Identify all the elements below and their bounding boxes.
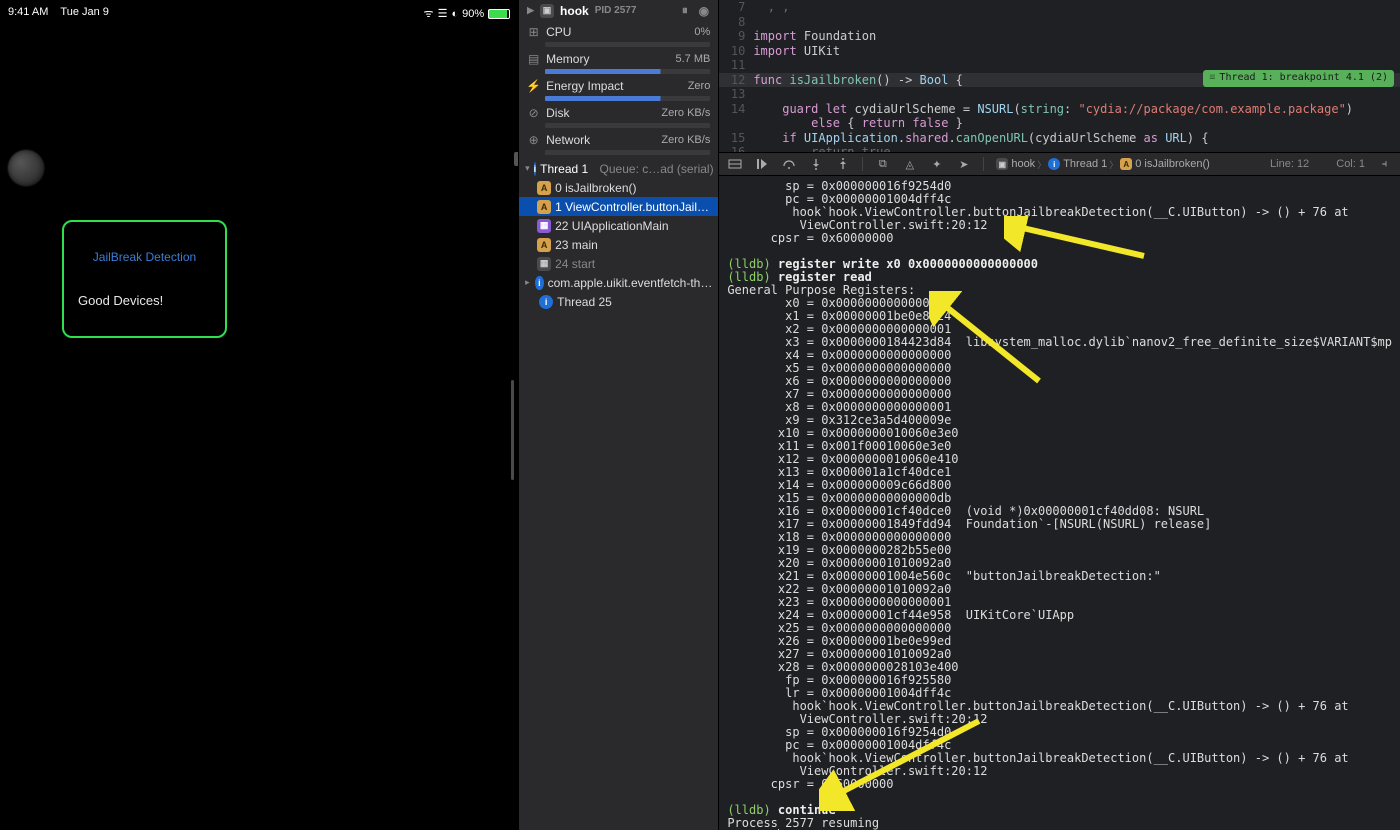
network-icon: ☰: [438, 7, 448, 20]
memory-row[interactable]: ▤Memory5.7 MB: [519, 48, 718, 69]
step-into-icon[interactable]: [808, 157, 823, 172]
energy-icon: ⚡: [527, 79, 540, 92]
process-name: hook: [560, 4, 589, 18]
energy-bar: [545, 96, 710, 101]
cpu-bar: [545, 42, 710, 47]
thread-icon: i: [535, 276, 543, 290]
location-icon[interactable]: ➤: [956, 157, 971, 172]
pause-icon[interactable]: ⏸: [678, 4, 691, 17]
function-icon: A: [537, 181, 551, 195]
cursor-line: Line: 12: [1270, 158, 1309, 170]
app-icon: ▣: [540, 4, 554, 18]
ios-status-bar: 9:41 AM Tue Jan 9 ᯤ ☰ ◐ 90%: [8, 6, 510, 21]
network-row[interactable]: ⊕NetworkZero KB/s: [519, 129, 718, 150]
thread-icon: i: [539, 295, 553, 309]
function-icon: A: [537, 238, 551, 252]
eye-icon[interactable]: ◉: [697, 4, 710, 17]
jailbreak-title[interactable]: JailBreak Detection: [78, 250, 211, 264]
toggle-debug-icon[interactable]: [727, 157, 742, 172]
moon-icon: ◐: [451, 8, 458, 20]
thread-eventfetch-row[interactable]: ▸icom.apple.uikit.eventfetch-th…: [519, 273, 718, 292]
function-icon: A: [1120, 158, 1132, 170]
process-header[interactable]: ▶ ▣ hook PID 2577 ⏸ ◉: [519, 0, 718, 21]
status-date: Tue Jan 9: [60, 6, 109, 18]
status-time: 9:41 AM: [8, 6, 48, 18]
wifi-icon: ᯤ: [424, 6, 434, 21]
stack-frame-24[interactable]: ▦24 start: [519, 254, 718, 273]
split-icon[interactable]: ⫞: [1377, 157, 1392, 172]
scrollbar[interactable]: [511, 380, 514, 480]
network-icon: ⊕: [527, 133, 540, 146]
step-out-icon[interactable]: [835, 157, 850, 172]
disk-icon: ⊘: [527, 106, 540, 119]
battery-icon: [488, 9, 510, 19]
process-pid: PID 2577: [595, 5, 637, 16]
jailbreak-card: JailBreak Detection Good Devices!: [62, 220, 227, 338]
memory-bar: [545, 69, 710, 74]
thread-1-row[interactable]: ▾ i Thread 1 Queue: c…ad (serial): [519, 159, 718, 178]
breakpoint-badge[interactable]: ≡Thread 1: breakpoint 4.1 (2): [1203, 70, 1394, 87]
panel-resize-handle[interactable]: [514, 152, 518, 166]
thread-25-row[interactable]: iThread 25: [519, 292, 718, 311]
energy-row[interactable]: ⚡Energy ImpactZero: [519, 75, 718, 96]
continue-icon[interactable]: [754, 157, 769, 172]
simulator-panel: 9:41 AM Tue Jan 9 ᯤ ☰ ◐ 90% JailBreak De…: [0, 0, 518, 830]
disk-bar: [545, 123, 710, 128]
asm-icon: ▦: [537, 257, 551, 271]
debug-view-icon[interactable]: ⧉: [875, 157, 890, 172]
memory-icon: ▤: [527, 52, 540, 65]
thread-icon: i: [1048, 158, 1060, 170]
editor-panel: 7 , , 8 9import Foundation 10import UIKi…: [719, 0, 1400, 830]
memory-graph-icon[interactable]: ◬: [902, 157, 917, 172]
stack-frame-23[interactable]: A23 main: [519, 235, 718, 254]
cpu-icon: ⊞: [527, 25, 540, 38]
app-icon: ▣: [996, 158, 1008, 170]
step-over-icon[interactable]: [781, 157, 796, 172]
cpu-row[interactable]: ⊞CPU0%: [519, 21, 718, 42]
env-override-icon[interactable]: ✦: [929, 157, 944, 172]
function-icon: A: [537, 200, 551, 214]
code-editor[interactable]: 7 , , 8 9import Foundation 10import UIKi…: [719, 0, 1400, 152]
jailbreak-status: Good Devices!: [78, 293, 211, 308]
network-bar: [545, 150, 710, 155]
disk-row[interactable]: ⊘DiskZero KB/s: [519, 102, 718, 123]
framework-icon: ▦: [537, 219, 551, 233]
stack-frame-0[interactable]: A0 isJailbroken(): [519, 178, 718, 197]
battery-pct: 90%: [462, 8, 484, 20]
stack-frame-22[interactable]: ▦22 UIApplicationMain: [519, 216, 718, 235]
debug-navigator: ▶ ▣ hook PID 2577 ⏸ ◉ ⊞CPU0% ▤Memory5.7 …: [518, 0, 719, 830]
stack-frame-1[interactable]: A1 ViewController.buttonJail…: [519, 197, 718, 216]
assistive-touch-button[interactable]: [8, 150, 44, 186]
lldb-console[interactable]: sp = 0x000000016f9254d0 pc = 0x000000010…: [719, 176, 1400, 830]
debug-breadcrumb[interactable]: ▣hook 〉 iThread 1 〉 A0 isJailbroken(): [996, 158, 1258, 171]
thread-icon: i: [534, 162, 537, 176]
cursor-col: Col: 1: [1336, 158, 1365, 170]
debug-toolbar: ⧉ ◬ ✦ ➤ ▣hook 〉 iThread 1 〉 A0 isJailbro…: [719, 152, 1400, 176]
